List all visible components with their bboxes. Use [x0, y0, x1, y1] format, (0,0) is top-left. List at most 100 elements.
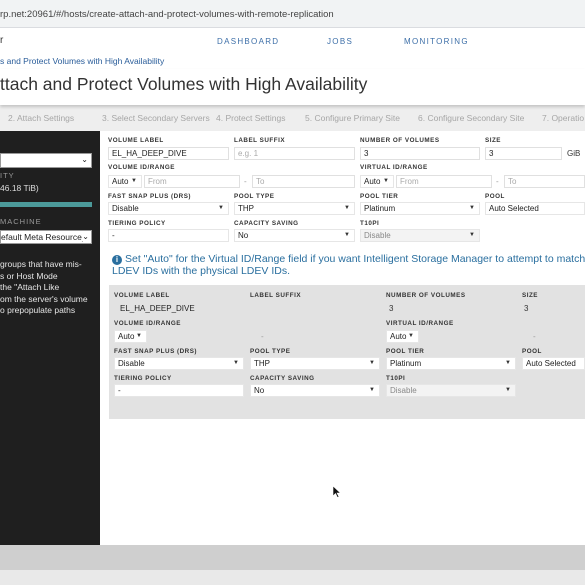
caret-down-icon: ▼ — [136, 333, 142, 339]
capacity-value: 46.18 TiB) — [0, 183, 39, 193]
breadcrumb-link[interactable]: s and Protect Volumes with High Availabi… — [0, 56, 164, 66]
note-line: o prepopulate paths — [0, 305, 76, 315]
select-value: - — [118, 386, 121, 395]
volume-from-input[interactable]: From — [144, 175, 240, 188]
sec-pool-type-select[interactable]: THP ▼ — [250, 357, 380, 370]
footer — [0, 545, 585, 585]
pool-select[interactable]: Auto Selected — [485, 202, 585, 215]
label-suffix-label: LABEL SUFFIX — [234, 137, 286, 144]
chevron-down-icon: ⌄ — [81, 155, 88, 164]
caret-down-icon: ▼ — [131, 178, 137, 184]
step-operations[interactable]: 7. Operatio — [542, 113, 584, 123]
sec-size-label: SIZE — [522, 292, 538, 299]
tiering-policy-select[interactable]: - — [108, 229, 229, 242]
info-line-1: Set "Auto" for the Virtual ID/Range fiel… — [125, 253, 585, 265]
select-value: Disable — [390, 386, 417, 395]
caret-down-icon: ▼ — [505, 387, 511, 393]
wizard-steps: 2. Attach Settings 3. Select Secondary S… — [0, 105, 585, 131]
info-icon: i — [112, 255, 122, 265]
range-dash: - — [244, 177, 247, 186]
url-text[interactable]: rp.net:20961/#/hosts/create-attach-and-p… — [0, 9, 334, 20]
sec-capacity-saving-label: CAPACITY SAVING — [250, 375, 315, 382]
sec-volume-id-mode-select[interactable]: Auto ▼ — [114, 330, 147, 343]
label-suffix-input[interactable]: e.g. 1 — [234, 147, 355, 160]
virtual-to-input[interactable]: To — [504, 175, 585, 188]
capacity-saving-select[interactable]: No ▼ — [234, 229, 355, 242]
t10pi-label: T10PI — [360, 220, 380, 227]
range-dash: - — [261, 332, 264, 341]
machine-select-value: efault Meta Resource) — [1, 232, 85, 242]
note-line: groups that have mis- — [0, 259, 82, 269]
sec-number-of-volumes-value: 3 — [389, 304, 394, 313]
step-configure-secondary-site[interactable]: 6. Configure Secondary Site — [418, 113, 524, 123]
volume-label-label: VOLUME LABEL — [108, 137, 164, 144]
sec-pool-tier-select[interactable]: Platinum ▼ — [386, 357, 516, 370]
sec-t10pi-select[interactable]: Disable ▼ — [386, 384, 516, 397]
volume-label-input[interactable]: EL_HA_DEEP_DIVE — [108, 147, 229, 160]
caret-down-icon: ▼ — [505, 360, 511, 366]
pool-label: POOL — [485, 193, 505, 200]
sec-volume-label-value: EL_HA_DEEP_DIVE — [114, 302, 244, 315]
sec-capacity-saving-select[interactable]: No ▼ — [250, 384, 380, 397]
pool-type-label: POOL TYPE — [234, 193, 275, 200]
breadcrumb: s and Protect Volumes with High Availabi… — [0, 53, 585, 69]
volume-id-range-label: VOLUME ID/RANGE — [108, 164, 175, 171]
sec-fast-snap-label: FAST SNAP PLUS (DRS) — [114, 348, 198, 355]
machine-select[interactable]: efault Meta Resource) ⌄ — [0, 230, 92, 244]
caret-down-icon: ▼ — [469, 232, 475, 238]
caret-down-icon: ▼ — [344, 205, 350, 211]
virtual-id-range-label: VIRTUAL ID/RANGE — [360, 164, 428, 171]
info-line-2: LDEV IDs with the physical LDEV IDs. — [112, 265, 290, 277]
select-value: No — [238, 231, 249, 240]
pool-tier-select[interactable]: Platinum ▼ — [360, 202, 480, 215]
sec-virtual-id-mode-select[interactable]: Auto ▼ — [386, 330, 419, 343]
step-configure-primary-site[interactable]: 5. Configure Primary Site — [305, 113, 400, 123]
size-input[interactable]: 3 — [485, 147, 562, 160]
browser-url-bar[interactable]: rp.net:20961/#/hosts/create-attach-and-p… — [0, 0, 585, 28]
nav-dashboard[interactable]: DASHBOARD — [217, 37, 279, 46]
nav-monitoring[interactable]: MONITORING — [404, 37, 469, 46]
note-line: s or Host Mode — [0, 270, 58, 281]
sec-tiering-policy-select[interactable]: - — [114, 384, 244, 397]
volume-to-input[interactable]: To — [252, 175, 355, 188]
sec-fast-snap-select[interactable]: Disable ▼ — [114, 357, 244, 370]
select-value: Platinum — [390, 359, 422, 368]
size-unit[interactable]: GiB — [567, 149, 580, 158]
range-dash: - — [533, 332, 536, 341]
caret-down-icon: ▼ — [383, 178, 389, 184]
chevron-down-icon: ⌄ — [82, 232, 89, 241]
virtual-from-input[interactable]: From — [396, 175, 492, 188]
note-line: the "Attach Like — [0, 282, 60, 292]
caret-down-icon: ▼ — [469, 205, 475, 211]
volume-id-mode-select[interactable]: Auto ▼ — [108, 175, 142, 188]
fast-snap-select[interactable]: Disable ▼ — [108, 202, 229, 215]
footer-bottom — [0, 570, 585, 585]
virtual-id-mode-select[interactable]: Auto ▼ — [360, 175, 394, 188]
sec-virtual-id-range-label: VIRTUAL ID/RANGE — [386, 320, 454, 327]
select-value: THP — [254, 359, 270, 368]
pool-type-select[interactable]: THP ▼ — [234, 202, 355, 215]
select-value: Auto Selected — [526, 359, 576, 368]
sidebar-select[interactable]: ⌄ — [0, 153, 92, 168]
number-of-volumes-input[interactable]: 3 — [360, 147, 480, 160]
capacity-progress-bar — [0, 202, 92, 207]
select-value: Auto Selected — [489, 204, 539, 213]
footer-bar — [0, 545, 585, 570]
sidebar: ⌄ ITY 46.18 TiB) MACHINE efault Meta Res… — [0, 131, 100, 545]
t10pi-select[interactable]: Disable ▼ — [360, 229, 480, 242]
nav-jobs[interactable]: JOBS — [327, 37, 353, 46]
sec-volume-id-range-label: VOLUME ID/RANGE — [114, 320, 181, 327]
top-navigation: r DASHBOARD JOBS MONITORING — [0, 28, 585, 53]
machine-label: MACHINE — [0, 217, 42, 226]
select-value: Auto — [118, 332, 135, 341]
capacity-label: ITY — [0, 171, 15, 180]
step-protect-settings[interactable]: 4. Protect Settings — [216, 113, 285, 123]
sec-pool-select[interactable]: Auto Selected — [522, 357, 585, 370]
select-value: THP — [238, 204, 254, 213]
step-attach-settings[interactable]: 2. Attach Settings — [8, 113, 74, 123]
number-of-volumes-label: NUMBER OF VOLUMES — [360, 137, 440, 144]
brand-name[interactable]: r — [0, 35, 3, 46]
step-select-secondary-servers[interactable]: 3. Select Secondary Servers — [102, 113, 210, 123]
page-title: ttach and Protect Volumes with High Avai… — [0, 74, 368, 94]
sec-tiering-policy-label: TIERING POLICY — [114, 375, 172, 382]
